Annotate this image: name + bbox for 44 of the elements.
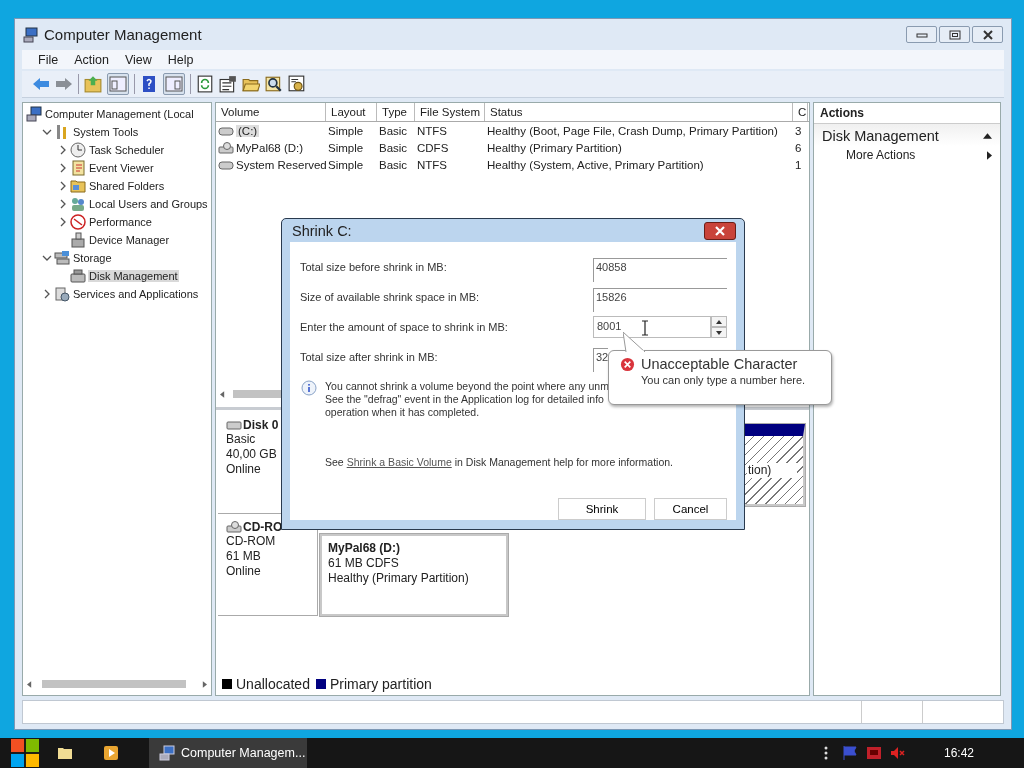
table-cell: Healthy (Boot, Page File, Crash Dump, Primary Partition) (487, 124, 778, 137)
table-cell: 1 (795, 158, 802, 171)
table-cell: Simple (328, 124, 364, 137)
partition-info: tion) (747, 462, 797, 478)
table-cell: 6 (795, 141, 802, 154)
legend-label: Primary partition (329, 676, 432, 692)
balloon-title: Unacceptable Character (641, 356, 798, 372)
legend-label: Unallocated (236, 676, 310, 692)
disk-info: Online (226, 564, 262, 579)
balloon-message: You can only type a number here. (641, 374, 807, 386)
table-cell: Basic (379, 124, 408, 137)
table-cell: Basic (379, 158, 408, 171)
disk-name: CD-RO (243, 520, 283, 534)
window-title: Computer Management (44, 26, 202, 43)
help-text: See (325, 456, 344, 468)
disk-info: 61 MB (226, 549, 262, 564)
table-cell: CDFS (417, 141, 449, 154)
partition-info: 61 MB CDFS (328, 556, 400, 571)
info-text: You cannot shrink a volume beyond the point where any unm (325, 380, 609, 393)
dialog-title: Shrink C: (292, 222, 352, 239)
disk-info: 40,00 GB (226, 447, 278, 462)
table-cell: NTFS (417, 158, 448, 171)
field-label: Enter the amount of space to shrink in MB: (300, 321, 508, 333)
table-cell: Simple (328, 158, 364, 171)
table-cell: Basic (379, 141, 408, 154)
disk-info: Basic (226, 432, 257, 447)
info-text: operation when it has completed. (325, 406, 481, 419)
field-label: Total size after shrink in MB: (300, 351, 438, 363)
info-text: See the "defrag" event in the Application log for detailed info (325, 393, 605, 406)
disk-name: Disk 0 (243, 418, 279, 432)
readonly-field: 15826 (593, 288, 727, 312)
disk-info: CD-ROM (226, 534, 277, 549)
table-cell: 3 (795, 124, 802, 137)
table-cell: Healthy (System, Active, Primary Partition) (487, 158, 704, 171)
table-cell: Simple (328, 141, 364, 154)
partition-name: MyPal68 (D:) (328, 540, 402, 556)
help-text: in Disk Management help for more information. (454, 456, 673, 468)
field-label: Total size before shrink in MB: (300, 261, 447, 273)
table-cell: Healthy (Primary Partition) (487, 141, 622, 154)
partition-info: Healthy (Primary Partition) (328, 571, 470, 586)
table-cell: NTFS (417, 124, 448, 137)
field-label: Size of available shrink space in MB: (300, 291, 480, 303)
readonly-field: 40858 (593, 258, 727, 282)
disk-info: Online (226, 462, 262, 477)
